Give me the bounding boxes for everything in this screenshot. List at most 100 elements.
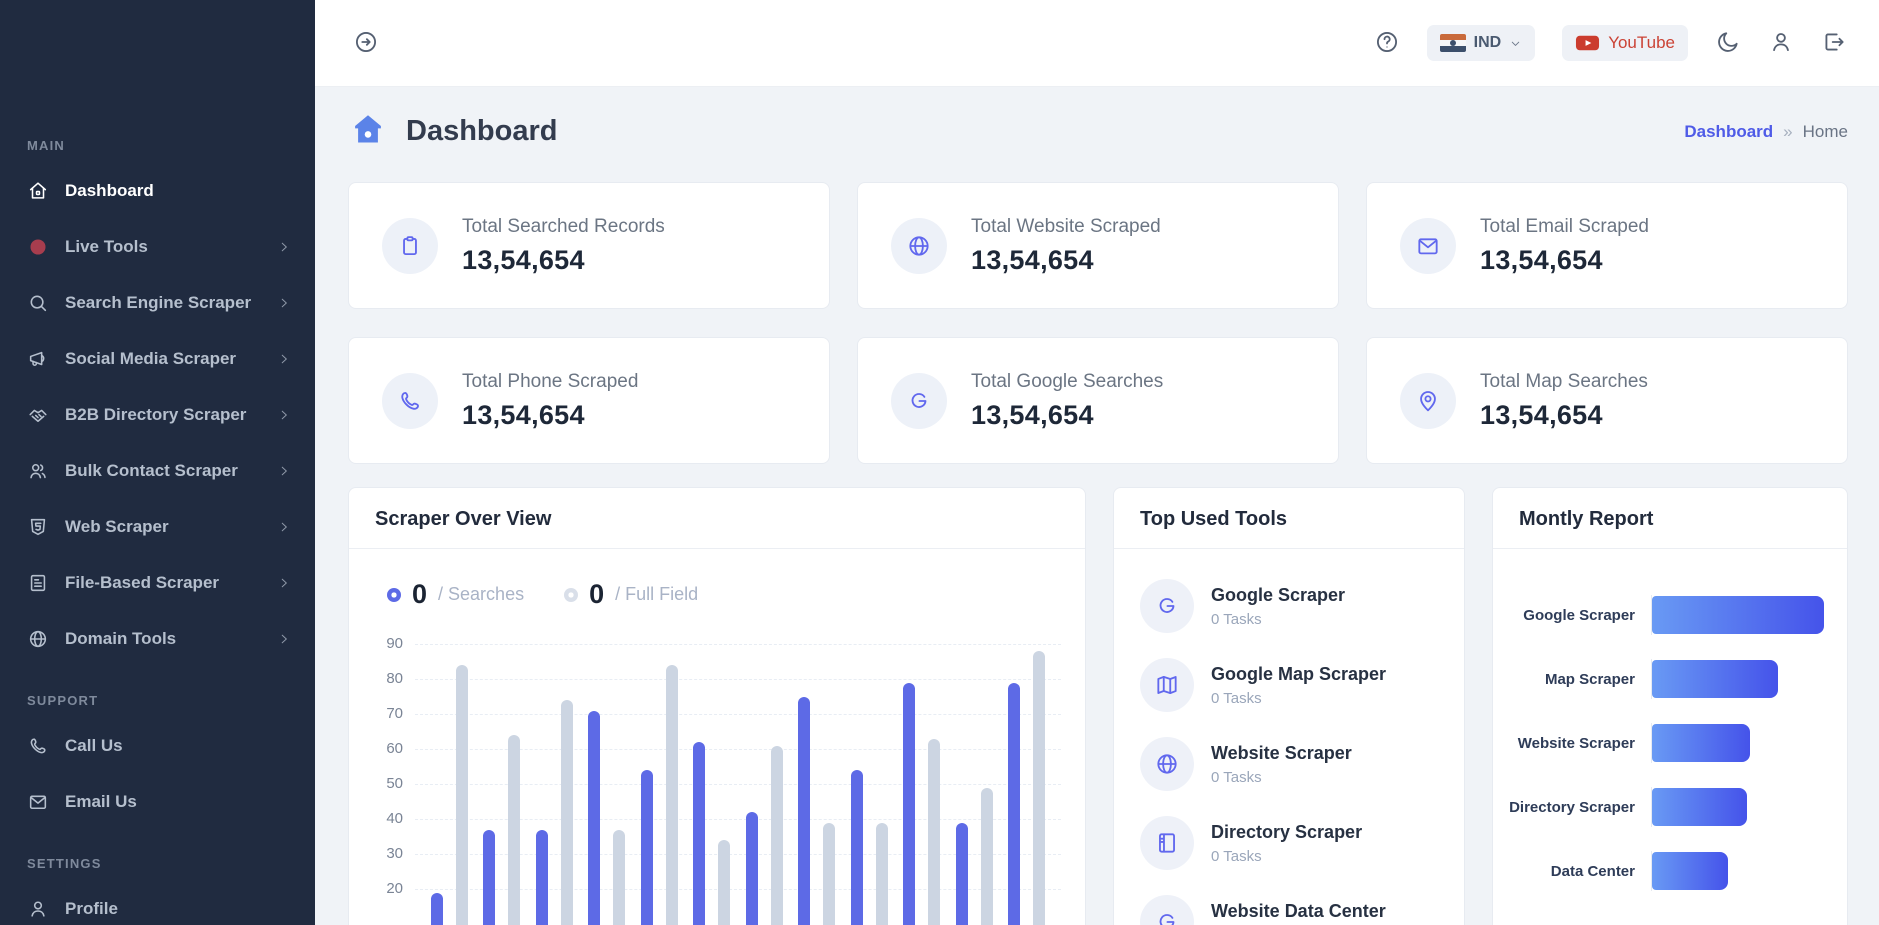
monthly-row: Website Scraper: [1503, 711, 1827, 775]
sidebar-item-dashboard[interactable]: Dashboard: [0, 163, 315, 219]
searches-bar: [588, 711, 600, 925]
home-icon: [348, 111, 388, 152]
monthly-bar-chart: Google ScraperMap ScraperWebsite Scraper…: [1493, 549, 1847, 903]
sidebar-item-label: Bulk Contact Scraper: [65, 461, 238, 481]
sidebar-item-social-media-scraper[interactable]: Social Media Scraper: [0, 331, 315, 387]
monthly-bar: [1652, 596, 1824, 634]
tool-tasks: 0 Tasks: [1211, 611, 1345, 628]
sidebar-item-call-us[interactable]: Call Us: [0, 718, 315, 774]
stats-grid: Total Searched Records13,54,654Total Web…: [348, 182, 1848, 464]
india-flag-icon: [1440, 34, 1466, 52]
search-icon: [27, 292, 49, 314]
y-axis-label: 70: [369, 705, 403, 722]
breadcrumb-current[interactable]: Dashboard: [1684, 122, 1773, 142]
monthly-bar: [1652, 724, 1750, 762]
sidebar-item-label: Profile: [65, 899, 118, 919]
tool-item-directory-scraper[interactable]: Directory Scraper0 Tasks: [1140, 816, 1438, 870]
chevron-right-icon: [277, 296, 291, 310]
bar-group: [483, 735, 520, 925]
monthly-bar-track: [1651, 787, 1827, 827]
y-axis-label: 50: [369, 775, 403, 792]
tool-item-website-data-center[interactable]: Website Data Center0 Tasks: [1140, 895, 1438, 925]
monthly-category-label: Directory Scraper: [1503, 799, 1651, 816]
logout-icon: [1821, 29, 1847, 58]
sidebar-item-file-based-scraper[interactable]: File-Based Scraper: [0, 555, 315, 611]
mail-icon: [1400, 218, 1456, 274]
sidebar-item-domain-tools[interactable]: Domain Tools: [0, 611, 315, 667]
monthly-row: Data Center: [1503, 839, 1827, 903]
top-used-tools-panel: Top Used Tools Google Scraper0 TasksGoog…: [1113, 487, 1465, 925]
users-icon: [27, 460, 49, 482]
language-selector[interactable]: IND: [1427, 25, 1536, 61]
mail-icon: [27, 791, 49, 813]
sidebar-item-label: Call Us: [65, 736, 123, 756]
monthly-row: Directory Scraper: [1503, 775, 1827, 839]
monthly-category-label: Map Scraper: [1503, 671, 1651, 688]
legend-label: / Searches: [438, 584, 524, 605]
topbar-actions: IND YouTube: [1374, 25, 1847, 61]
sidebar-item-b2b-directory-scraper[interactable]: B2B Directory Scraper: [0, 387, 315, 443]
sidebar-item-label: Domain Tools: [65, 629, 176, 649]
youtube-label: YouTube: [1608, 33, 1675, 53]
clipboard-icon: [382, 218, 438, 274]
searches-bar: [851, 770, 863, 925]
tool-name: Google Map Scraper: [1211, 664, 1386, 685]
y-axis-label: 40: [369, 810, 403, 827]
home-icon: [27, 180, 49, 202]
top-used-tools-header: Top Used Tools: [1114, 488, 1464, 549]
bar-group: [641, 665, 678, 925]
searches-bar: [536, 830, 548, 925]
page-title: Dashboard: [406, 115, 557, 148]
youtube-icon: [1575, 33, 1600, 53]
stat-label: Total Google Searches: [971, 371, 1163, 393]
stat-card: Total Email Scraped13,54,654: [1366, 182, 1848, 309]
book-icon: [1140, 816, 1194, 870]
page-header: Dashboard Dashboard » Home: [348, 111, 1848, 152]
sidebar-item-email-us[interactable]: Email Us: [0, 774, 315, 830]
sidebar-item-search-engine-scraper[interactable]: Search Engine Scraper: [0, 275, 315, 331]
stat-card: Total Google Searches13,54,654: [857, 337, 1339, 464]
sidebar-item-profile[interactable]: Profile: [0, 881, 315, 925]
bar-group: [1008, 651, 1045, 925]
logout-button[interactable]: [1821, 29, 1847, 58]
full-field-bar: [666, 665, 678, 925]
sidebar-item-web-scraper[interactable]: Web Scraper: [0, 499, 315, 555]
globe-icon: [1140, 737, 1194, 791]
dark-mode-toggle[interactable]: [1715, 29, 1741, 58]
full-field-bar: [508, 735, 520, 925]
monthly-bar: [1652, 788, 1747, 826]
sidebar-item-label: Social Media Scraper: [65, 349, 236, 369]
scraper-overview-panel: Scraper Over View 0/ Searches0/ Full Fie…: [348, 487, 1086, 925]
sidebar-item-live-tools[interactable]: Live Tools: [0, 219, 315, 275]
breadcrumb-home[interactable]: Home: [1803, 122, 1848, 142]
tool-item-website-scraper[interactable]: Website Scraper0 Tasks: [1140, 737, 1438, 791]
bar-group: [431, 665, 468, 925]
tool-name: Google Scraper: [1211, 585, 1345, 606]
bar-group: [903, 683, 940, 925]
sidebar-collapse-button[interactable]: [353, 29, 379, 58]
chevron-right-icon: [277, 576, 291, 590]
g-letter-icon: [1140, 895, 1194, 925]
sidebar-item-bulk-contact-scraper[interactable]: Bulk Contact Scraper: [0, 443, 315, 499]
y-axis-label: 60: [369, 740, 403, 757]
bar-group: [536, 700, 573, 925]
y-axis-label: 30: [369, 845, 403, 862]
tool-tasks: 0 Tasks: [1211, 769, 1352, 786]
chevron-right-icon: [277, 632, 291, 646]
web-shield-icon: [27, 516, 49, 538]
profile-button[interactable]: [1768, 29, 1794, 58]
tool-item-google-scraper[interactable]: Google Scraper 0 Tasks: [1140, 579, 1438, 633]
tool-tasks: 0 Tasks: [1211, 690, 1386, 707]
tool-item-google-map-scraper[interactable]: Google Map Scraper 0 Tasks: [1140, 658, 1438, 712]
youtube-button[interactable]: YouTube: [1562, 25, 1688, 61]
help-button[interactable]: [1374, 29, 1400, 58]
monthly-bar-track: [1651, 659, 1827, 699]
sidebar-item-label: Search Engine Scraper: [65, 293, 251, 313]
searches-bar: [641, 770, 653, 925]
sidebar-nav: MAINDashboardLive ToolsSearch Engine Scr…: [0, 0, 315, 925]
moon-icon: [1715, 29, 1741, 58]
monthly-bar: [1652, 852, 1728, 890]
scraper-overview-header: Scraper Over View: [349, 488, 1085, 549]
bar-group: [956, 788, 993, 925]
map-pin-icon: [1400, 373, 1456, 429]
